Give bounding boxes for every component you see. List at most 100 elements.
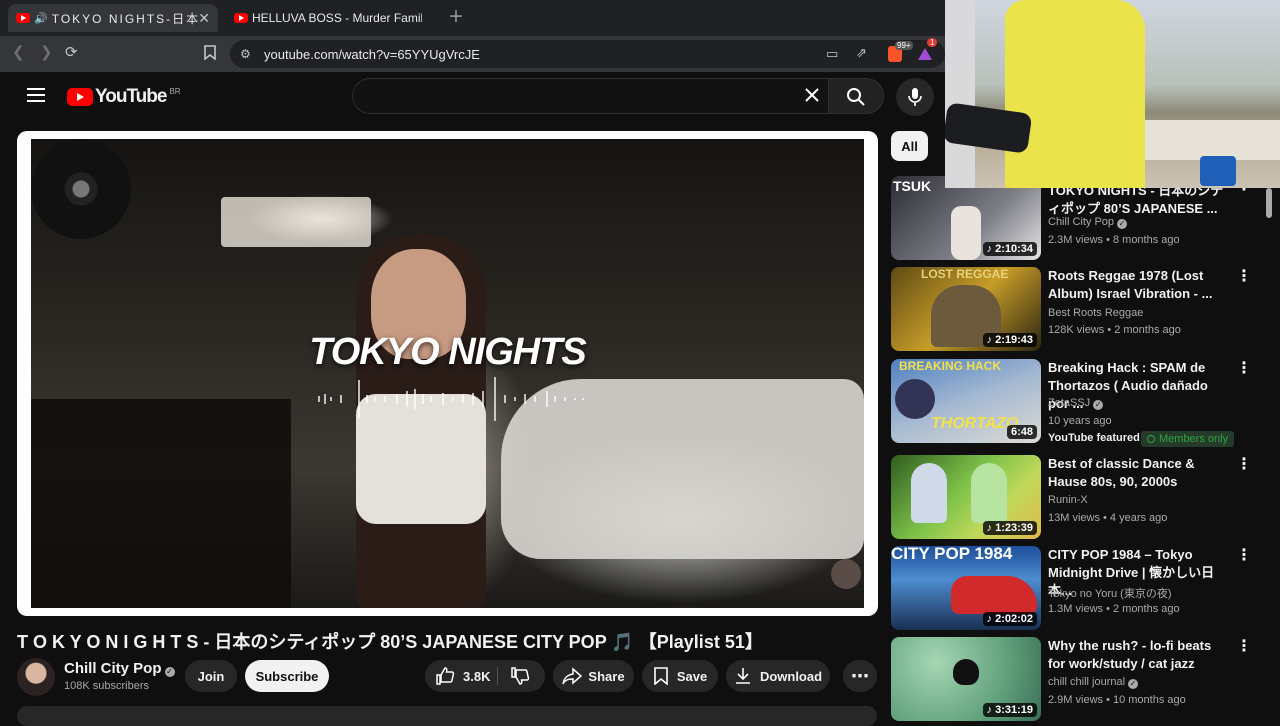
shield-badge: 99+	[895, 41, 913, 50]
save-bookmark-icon	[654, 667, 668, 685]
brave-rewards-icon[interactable]: 1	[918, 38, 938, 60]
back-icon[interactable]: ❮	[12, 45, 25, 61]
description-box[interactable]	[17, 706, 877, 726]
search-input[interactable]	[352, 78, 828, 114]
clear-search-icon[interactable]	[804, 87, 820, 103]
verified-icon: ✓	[1128, 679, 1139, 689]
recommendation-meta: 2.3M views • 8 months ago	[1048, 234, 1180, 246]
video-overlay-title: TOKYO NIGHTS	[309, 331, 587, 373]
share-button[interactable]: Share	[553, 660, 634, 692]
item-menu-icon[interactable]: ⋮	[1236, 269, 1252, 285]
speaker-icon: 🔊	[34, 12, 48, 25]
site-info-icon[interactable]: ⚙	[240, 46, 251, 62]
subscribe-button[interactable]: Subscribe	[245, 660, 329, 692]
members-only-badge: Members only	[1141, 431, 1235, 447]
recommendation-channel[interactable]: Best Roots Reggae	[1048, 307, 1143, 319]
video-player[interactable]: TOKYO NIGHTS	[17, 131, 878, 616]
video-thumbnail[interactable]: CITY POP 1984 ♪ 2:02:02	[891, 546, 1041, 630]
recommendation-item[interactable]: TSUK ♪ 2:10:34 TOKYO NIGHTS - 日本のシティポップ …	[891, 176, 1280, 262]
youtube-favicon-icon	[234, 13, 248, 23]
more-actions-button[interactable]: ⋯	[843, 660, 877, 692]
menu-icon[interactable]	[27, 88, 45, 102]
recommendation-title[interactable]: Why the rush? - lo-fi beats for work/stu…	[1048, 637, 1228, 673]
video-title: T O K Y O N I G H T S - 日本のシティポップ 80’S J…	[17, 632, 763, 652]
video-thumbnail[interactable]: LOST REGGAE ♪ 2:19:43	[891, 267, 1041, 351]
new-tab-icon[interactable]: ＋	[448, 10, 464, 26]
youtube-play-logo-icon	[67, 88, 93, 106]
share-page-icon[interactable]: ⇗	[856, 45, 867, 61]
address-bar[interactable]: ⚙ youtube.com/watch?v=65YYUgVrcJE ▭ ⇗ 99…	[230, 38, 945, 68]
item-menu-icon[interactable]: ⋮	[1236, 639, 1252, 655]
voice-search-button[interactable]	[896, 78, 934, 116]
thumbs-up-icon	[436, 667, 455, 685]
forward-icon[interactable]: ❯	[40, 45, 53, 61]
duration-text: 2:02:02	[995, 613, 1033, 625]
download-button[interactable]: Download	[726, 660, 830, 692]
dislike-button[interactable]	[510, 666, 530, 686]
recommendation-meta: 1.3M views • 2 months ago	[1048, 603, 1180, 615]
webcam-person	[1005, 0, 1145, 188]
video-thumbnail[interactable]: ♪ 3:31:19	[891, 637, 1041, 721]
thumbnail-figure	[911, 463, 947, 523]
verified-icon: ✓	[164, 667, 175, 677]
channel-name-text: Chill City Pop	[64, 660, 162, 677]
tab-active[interactable]: 🔊 TOKYO NIGHTS-日本 ✕	[8, 4, 218, 32]
youtube-favicon-icon	[16, 13, 30, 23]
item-menu-icon[interactable]: ⋮	[1236, 548, 1252, 564]
duration-text: 3:31:19	[995, 704, 1033, 716]
duration-badge: ♪ 1:23:39	[982, 521, 1037, 535]
close-tab-icon[interactable]: ✕	[198, 10, 210, 27]
like-count: 3.8K	[463, 668, 491, 684]
webcam-overlay	[945, 0, 1280, 188]
url-text: youtube.com/watch?v=65YYUgVrcJE	[264, 47, 480, 62]
tab-helluva[interactable]: HELLUVA BOSS - Murder Family // S1	[226, 4, 441, 32]
cat-figure	[953, 659, 979, 685]
like-button[interactable]: 3.8K	[435, 666, 490, 686]
video-thumbnail[interactable]: ♪ 1:23:39	[891, 455, 1041, 539]
channel-avatar[interactable]	[17, 658, 55, 696]
recommendation-meta: 2.9M views • 10 months ago	[1048, 694, 1186, 706]
duration-badge: 6:48	[1006, 425, 1037, 439]
cast-icon[interactable]: ▭	[826, 46, 838, 62]
recommendation-meta: 10 years ago	[1048, 415, 1112, 427]
youtube-logo[interactable]: YouTube BR	[67, 86, 181, 108]
save-button[interactable]: Save	[642, 660, 718, 692]
duration-badge: ♪ 2:02:02	[982, 612, 1037, 626]
recommendation-item[interactable]: ♪ 1:23:39 Best of classic Dance & Hause …	[891, 455, 1280, 541]
video-thumbnail[interactable]: BREAKING HACK THORTAZO 6:48	[891, 359, 1041, 443]
brave-shield-icon[interactable]: 99+	[888, 41, 913, 62]
duration-text: 2:10:34	[995, 243, 1033, 255]
recommendation-channel[interactable]: chill chill journal ✓	[1048, 676, 1139, 689]
youtube-featured-label: YouTube featured	[1048, 432, 1140, 444]
recommendation-item[interactable]: BREAKING HACK THORTAZO 6:48 Breaking Hac…	[891, 359, 1280, 449]
recommendation-item[interactable]: CITY POP 1984 ♪ 2:02:02 CITY POP 1984 – …	[891, 546, 1280, 632]
item-menu-icon[interactable]: ⋮	[1236, 361, 1252, 377]
join-button[interactable]: Join	[185, 660, 237, 692]
recommendation-title[interactable]: Best of classic Dance & Hause 80s, 90, 2…	[1048, 455, 1228, 491]
thumbnail-text: TSUK	[893, 178, 932, 194]
subscriber-count: 108K subscribers	[64, 680, 149, 692]
country-code: BR	[169, 86, 181, 96]
recommendation-item[interactable]: LOST REGGAE ♪ 2:19:43 Roots Reggae 1978 …	[891, 267, 1280, 353]
search-button[interactable]	[828, 78, 884, 114]
chip-all[interactable]: All	[891, 131, 928, 161]
vinyl-record-icon	[31, 139, 131, 239]
recommendation-title[interactable]: Roots Reggae 1978 (Lost Album) Israel Vi…	[1048, 267, 1228, 303]
recommendation-channel[interactable]: ZetaSSJ ✓	[1048, 397, 1104, 410]
thumbnail-text: CITY POP 1984	[891, 546, 1013, 563]
recommendation-channel[interactable]: Chill City Pop ✓	[1048, 216, 1128, 229]
recommendation-item[interactable]: ♪ 3:31:19 Why the rush? - lo-fi beats fo…	[891, 637, 1280, 723]
reload-icon[interactable]: ⟳	[65, 45, 78, 61]
recommendation-channel[interactable]: Runin-X	[1048, 494, 1088, 506]
webcam-bucket	[1200, 156, 1236, 186]
channel-name[interactable]: Chill City Pop ✓	[64, 660, 175, 677]
recommendation-channel[interactable]: Tokyo no Yoru (東京の夜)	[1048, 585, 1172, 601]
webcam-wall	[1145, 120, 1280, 160]
item-menu-icon[interactable]: ⋮	[1236, 457, 1252, 473]
video-thumbnail[interactable]: TSUK ♪ 2:10:34	[891, 176, 1041, 260]
like-divider	[497, 667, 498, 685]
video-frame[interactable]: TOKYO NIGHTS	[31, 139, 864, 608]
channel-watermark-icon[interactable]	[831, 559, 861, 589]
browser-tab-bar: 🔊 TOKYO NIGHTS-日本 ✕ HELLUVA BOSS - Murde…	[0, 0, 945, 36]
bookmark-icon[interactable]	[204, 45, 216, 60]
